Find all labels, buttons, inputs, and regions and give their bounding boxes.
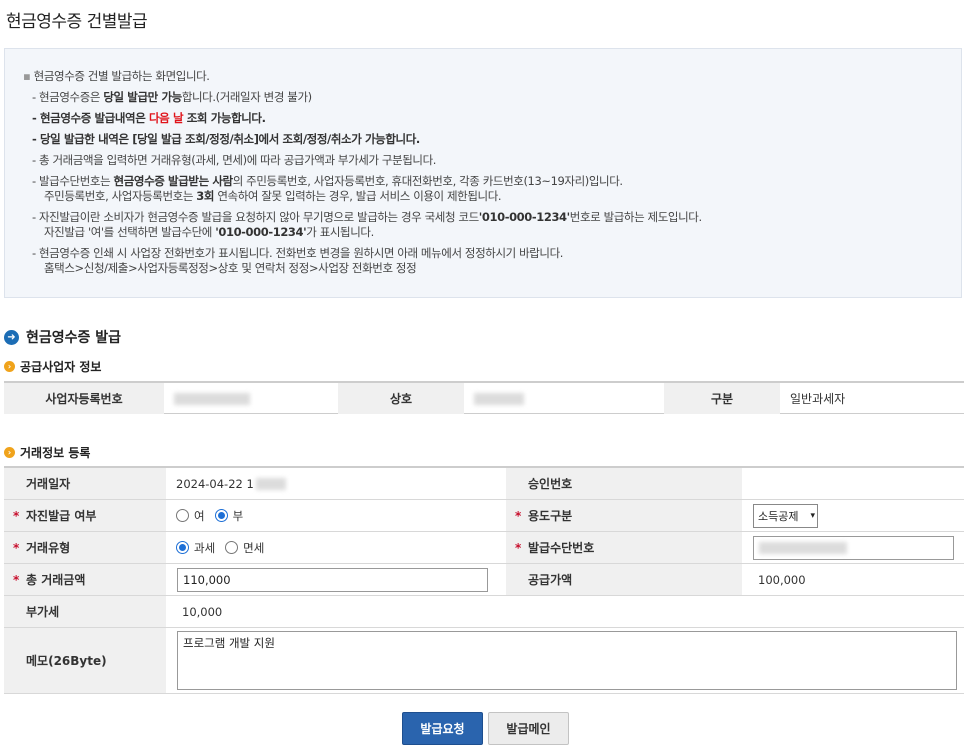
table-row: * 총 거래금액 110,000 공급가액 100,000 bbox=[4, 564, 964, 596]
usage-label: * 용도구분 bbox=[506, 500, 742, 531]
self-issue-label: * 자진발급 여부 bbox=[4, 500, 166, 531]
notice-line-9: - 현금영수증 인쇄 시 사업장 전화번호가 표시됩니다. 전화번호 변경을 원… bbox=[32, 246, 564, 260]
business-name-value bbox=[464, 383, 664, 414]
section-title: ➜ 현금영수증 발급 bbox=[4, 327, 121, 347]
trade-type-options: 과세 면세 bbox=[166, 532, 506, 563]
usage-select[interactable]: 소득공제 ▾ bbox=[753, 503, 818, 528]
table-row: 거래일자 2024-04-22 1 승인번호 bbox=[4, 468, 964, 500]
table-row: * 자진발급 여부 여 부 * 용도구분 소득공제 ▾ bbox=[4, 500, 964, 532]
trade-table: 거래일자 2024-04-22 1 승인번호 * 자진발급 여부 여 부 * 용도구… bbox=[4, 466, 964, 694]
trade-type-label: * 거래유형 bbox=[4, 532, 166, 563]
notice-line-2: - 현금영수증 발급내역은 다음 날 조회 가능합니다. bbox=[32, 111, 266, 125]
notice-line-10: 홈택스>신청/제출>사업자등록정정>상호 및 연락처 정정>사업장 전화번호 정… bbox=[44, 261, 417, 275]
chevron-down-icon: ▾ bbox=[810, 510, 815, 521]
issue-means-cell bbox=[742, 532, 964, 563]
approval-no-label: 승인번호 bbox=[506, 468, 742, 499]
supplier-info-title: › 공급사업자 정보 bbox=[4, 358, 101, 375]
vat-label: 부가세 bbox=[4, 596, 166, 627]
trade-date-value: 2024-04-22 1 bbox=[166, 468, 506, 499]
memo-label: 메모(26Byte) bbox=[4, 628, 166, 693]
trade-type-taxable-radio[interactable]: 과세 bbox=[176, 540, 215, 556]
business-name-label: 상호 bbox=[338, 383, 464, 414]
memo-cell: 프로그램 개발 지원 bbox=[166, 628, 964, 693]
trade-type-exempt-radio[interactable]: 면세 bbox=[225, 540, 264, 556]
supplier-table: 사업자등록번호 상호 구분 일반과세자 bbox=[4, 381, 964, 414]
total-amount-label: * 총 거래금액 bbox=[4, 564, 166, 595]
usage-cell: 소득공제 ▾ bbox=[742, 500, 964, 531]
biz-no-label: 사업자등록번호 bbox=[4, 383, 164, 414]
supply-value-label: 공급가액 bbox=[506, 564, 742, 595]
self-issue-no-radio[interactable]: 부 bbox=[214, 508, 243, 524]
total-amount-input[interactable]: 110,000 bbox=[177, 567, 488, 592]
vat-value: 10,000 bbox=[182, 604, 223, 619]
issue-main-button[interactable]: 발급메인 bbox=[488, 712, 569, 745]
notice-box: ▪ 현금영수증 건별 발급하는 화면입니다. - 현금영수증은 당일 발급만 가… bbox=[4, 48, 962, 298]
self-issue-yes-radio[interactable]: 여 bbox=[176, 508, 205, 524]
supply-value: 100,000 bbox=[758, 572, 806, 587]
issue-means-label: * 발급수단번호 bbox=[506, 532, 742, 563]
notice-line-4: - 총 거래금액을 입력하면 거래유형(과세, 면세)에 따라 공급가액과 부가… bbox=[32, 153, 437, 167]
tax-type-value: 일반과세자 bbox=[790, 392, 846, 406]
notice-line-8: 자진발급 '여'를 선택하면 발급수단에 '010-000-1234'가 표시됩… bbox=[44, 225, 374, 239]
table-row: 메모(26Byte) 프로그램 개발 지원 bbox=[4, 628, 964, 694]
notice-line-6: 주민등록번호, 사업자등록번호는 3회 연속하여 잘못 입력하는 경우, 발급 … bbox=[44, 189, 502, 203]
notice-line-5: - 발급수단번호는 현금영수증 발급받는 사람의 주민등록번호, 사업자등록번호… bbox=[32, 174, 623, 188]
arrow-circle-icon: › bbox=[4, 361, 15, 372]
biz-no-value bbox=[164, 383, 338, 414]
arrow-circle-icon: ➜ bbox=[4, 329, 19, 345]
notice-line-3: - 당일 발급한 내역은 [당일 발급 조회/정정/취소]에서 조회/정정/취소… bbox=[32, 132, 420, 146]
self-issue-options: 여 부 bbox=[166, 500, 506, 531]
table-row: 부가세 10,000 bbox=[4, 596, 964, 628]
notice-line-7: - 자진발급이란 소비자가 현금영수증 발급을 요청하지 않아 무기명으로 발급… bbox=[32, 210, 702, 224]
page-title: 현금영수증 건별발급 bbox=[6, 12, 148, 32]
notice-line-1: - 현금영수증은 당일 발급만 가능합니다.(거래일자 변경 불가) bbox=[32, 90, 312, 104]
memo-textarea[interactable]: 프로그램 개발 지원 bbox=[177, 631, 957, 690]
issue-request-button[interactable]: 발급요청 bbox=[402, 712, 483, 745]
table-row: * 거래유형 과세 면세 * 발급수단번호 bbox=[4, 532, 964, 564]
issue-means-input[interactable] bbox=[753, 535, 954, 560]
arrow-circle-icon: › bbox=[4, 447, 15, 458]
approval-no-value bbox=[742, 468, 964, 499]
notice-intro: ▪ 현금영수증 건별 발급하는 화면입니다. bbox=[23, 69, 210, 83]
trade-date-label: 거래일자 bbox=[4, 468, 166, 499]
total-amount-cell: 110,000 bbox=[166, 564, 506, 595]
trade-info-title: › 거래정보 등록 bbox=[4, 444, 90, 461]
tax-type-label: 구분 bbox=[664, 383, 780, 414]
